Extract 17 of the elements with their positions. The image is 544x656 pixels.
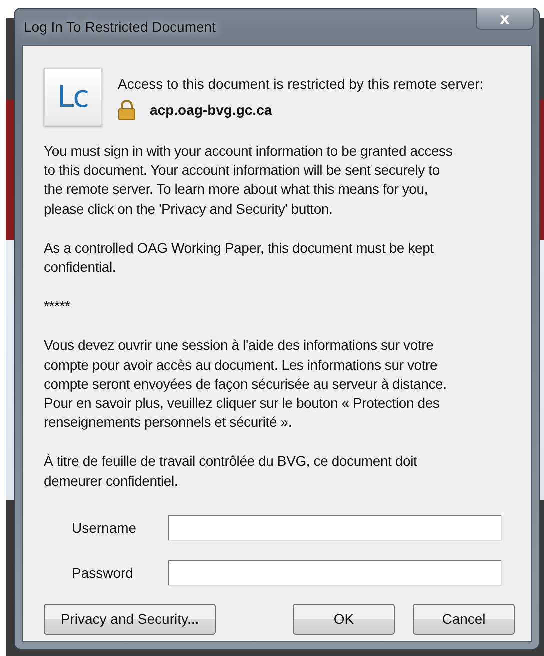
paragraph: As a controlled OAG Working Paper, this document must be kept confidential. (44, 238, 435, 278)
paragraph: À titre de feuille de travail contrôlée du BVG, ce document doit demeurer confidentiel. (44, 452, 418, 491)
ok-button[interactable]: OK (293, 604, 395, 635)
privacy-button[interactable]: Privacy and Security... (44, 604, 216, 635)
field-label: Password (71, 564, 134, 581)
padlock-icon (118, 100, 136, 120)
server-address: acp.oag-bvg.gc.ca (150, 102, 272, 118)
restriction-message: Access to this document is restricted by this remote server: (118, 76, 484, 92)
paragraph: ***** (44, 297, 72, 316)
field-label: Username (71, 520, 138, 536)
app-logo: Lc (44, 68, 102, 126)
window-title: Log In To Restricted Document (23, 19, 216, 35)
paragraph: Vous devez ouvrir une session à l'aide des informations sur votre compte pour avoir accès au document. Les informations sur votre compte seront envoyées de façon sécurisée au serveur à distance. Pour en savoir plus, veuillez cliquer sur le bouton « Protection des renseignements personnels et sécurité ». (44, 336, 448, 432)
username-field[interactable] (168, 514, 502, 541)
paragraph: You must sign in with your account information to be granted access to this document. Your account information will be sent securely to the remote server. To learn more about what this means for you, please click on the 'Privacy and Security' button. (44, 142, 454, 219)
password-field[interactable] (168, 560, 502, 586)
cancel-button[interactable]: Cancel (413, 604, 515, 635)
